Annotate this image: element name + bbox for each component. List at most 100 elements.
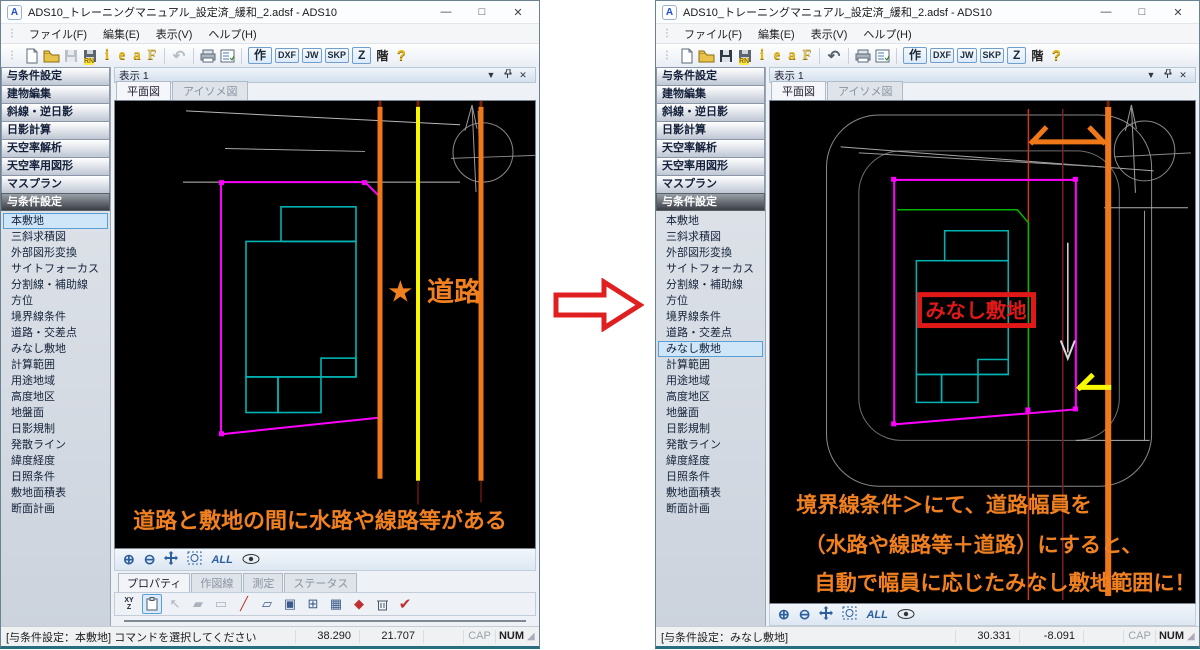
- view-close-icon[interactable]: ✕: [515, 70, 531, 81]
- sidebar-item[interactable]: 用途地域: [3, 373, 108, 389]
- pan-icon[interactable]: [819, 606, 834, 623]
- sidebar-item[interactable]: 日影規制: [658, 421, 763, 437]
- sidebar-module-button[interactable]: 天空率解析: [1, 139, 110, 158]
- menu-item[interactable]: 表示(V): [803, 24, 856, 44]
- jw-button[interactable]: JW: [957, 48, 977, 63]
- polyline-edit-icon[interactable]: ╱: [234, 594, 254, 614]
- sidebar-item[interactable]: 本敷地: [658, 213, 763, 229]
- menu-item[interactable]: ヘルプ(H): [200, 24, 264, 44]
- pin-icon[interactable]: [499, 68, 515, 81]
- save-as-icon[interactable]: RN: [82, 47, 98, 65]
- pin-icon[interactable]: [1159, 68, 1175, 81]
- help-icon[interactable]: ?: [393, 47, 409, 65]
- options-list-icon[interactable]: [219, 47, 235, 65]
- z-button[interactable]: Z: [1007, 47, 1027, 64]
- sidebar-item[interactable]: 日影規制: [3, 421, 108, 437]
- new-file-icon[interactable]: [24, 47, 40, 65]
- tab-drafting-line[interactable]: 作図線: [191, 573, 243, 592]
- sidebar-item[interactable]: 分割線・補助線: [3, 277, 108, 293]
- tab-isometric-view[interactable]: アイソメ図: [827, 81, 904, 100]
- sidebar-module-button[interactable]: マスプラン: [656, 175, 765, 194]
- jw-button[interactable]: JW: [302, 48, 322, 63]
- f-tool-icon[interactable]: F: [146, 47, 158, 65]
- open-file-icon[interactable]: [43, 47, 60, 65]
- visibility-eye-icon[interactable]: [897, 607, 915, 623]
- a-tool-icon[interactable]: a: [131, 47, 143, 65]
- cad-canvas[interactable]: ★ 道路 道路と敷地の間に水路や線路等がある: [114, 100, 536, 549]
- resize-grip[interactable]: ◢: [527, 631, 539, 642]
- sidebar-item[interactable]: みなし敷地: [3, 341, 108, 357]
- sidebar-item[interactable]: 敷地面積表: [658, 485, 763, 501]
- sidebar-item[interactable]: 地盤面: [3, 405, 108, 421]
- eraser-icon[interactable]: ◆: [349, 594, 369, 614]
- skp-button[interactable]: SKP: [324, 48, 350, 63]
- view-collapse-icon[interactable]: ▼: [483, 70, 499, 80]
- sidebar-item[interactable]: 方位: [3, 293, 108, 309]
- sidebar-module-button[interactable]: 斜線・逆日影: [656, 103, 765, 122]
- sidebar-item[interactable]: 境界線条件: [658, 309, 763, 325]
- sidebar-item[interactable]: 地盤面: [658, 405, 763, 421]
- sidebar-item[interactable]: 分割線・補助線: [658, 277, 763, 293]
- sidebar-item[interactable]: 緯度経度: [3, 453, 108, 469]
- floor-button[interactable]: 階: [374, 47, 390, 65]
- sidebar-item[interactable]: 外部図形変換: [3, 245, 108, 261]
- zoom-out-icon[interactable]: ⊖: [144, 551, 156, 568]
- info-tool-icon[interactable]: i: [756, 47, 768, 65]
- sidebar-module-button[interactable]: 天空率用図形: [656, 157, 765, 176]
- sidebar-item[interactable]: サイトフォーカス: [658, 261, 763, 277]
- undo-icon[interactable]: ↶: [826, 47, 842, 65]
- sidebar-module-button[interactable]: 建物編集: [1, 85, 110, 104]
- sidebar-item[interactable]: 日照条件: [658, 469, 763, 485]
- sidebar-item[interactable]: 境界線条件: [3, 309, 108, 325]
- e-tool-icon[interactable]: e: [771, 47, 783, 65]
- sidebar-item[interactable]: 断面計画: [658, 501, 763, 517]
- clipboard-tool-icon[interactable]: [142, 594, 162, 614]
- sidebar-module-button[interactable]: 天空率用図形: [1, 157, 110, 176]
- menu-item[interactable]: 編集(E): [95, 24, 148, 44]
- sidebar-module-button[interactable]: 日影計算: [656, 121, 765, 140]
- cad-canvas[interactable]: みなし敷地 境界線条件＞にて、道路幅員を （水路や線路等＋道路）にすると、 自動…: [769, 100, 1196, 604]
- a-tool-icon[interactable]: a: [786, 47, 798, 65]
- sidebar-module-button[interactable]: 建物編集: [656, 85, 765, 104]
- trash-icon[interactable]: [372, 594, 392, 614]
- tab-plan-view[interactable]: 平面図: [771, 81, 826, 100]
- grid-sheet-icon[interactable]: ▦: [326, 594, 346, 614]
- sidebar-item[interactable]: 発散ライン: [3, 437, 108, 453]
- maximize-button[interactable]: □: [1127, 6, 1157, 18]
- close-button[interactable]: ✕: [1163, 6, 1193, 19]
- zoom-out-icon[interactable]: ⊖: [799, 606, 811, 623]
- sidebar-item[interactable]: 計算範囲: [3, 357, 108, 373]
- saku-mode-button[interactable]: 作: [903, 47, 928, 64]
- minimize-button[interactable]: —: [1091, 6, 1121, 18]
- dxf-button[interactable]: DXF: [275, 48, 300, 63]
- tab-status[interactable]: ステータス: [284, 573, 358, 592]
- sidebar-item[interactable]: 道路・交差点: [658, 325, 763, 341]
- zoom-in-icon[interactable]: ⊕: [778, 606, 790, 623]
- fence-select-icon[interactable]: ⊞: [303, 594, 323, 614]
- e-tool-icon[interactable]: e: [116, 47, 128, 65]
- view-close-icon[interactable]: ✕: [1175, 70, 1191, 81]
- sidebar-module-button[interactable]: 与条件設定: [656, 67, 765, 86]
- sidebar-item[interactable]: 三斜求積図: [658, 229, 763, 245]
- sidebar-item[interactable]: 道路・交差点: [3, 325, 108, 341]
- sidebar-module-button[interactable]: 斜線・逆日影: [1, 103, 110, 122]
- sidebar-item[interactable]: 外部図形変換: [658, 245, 763, 261]
- sidebar-item[interactable]: 方位: [658, 293, 763, 309]
- menu-item[interactable]: 表示(V): [148, 24, 201, 44]
- print-icon[interactable]: [855, 47, 871, 65]
- sidebar-item[interactable]: 高度地区: [658, 389, 763, 405]
- dxf-button[interactable]: DXF: [930, 48, 955, 63]
- tab-measure[interactable]: 測定: [243, 573, 284, 592]
- sidebar-module-button[interactable]: マスプラン: [1, 175, 110, 194]
- tab-plan-view[interactable]: 平面図: [116, 81, 171, 100]
- zoom-window-icon[interactable]: [187, 551, 202, 568]
- sidebar-item[interactable]: サイトフォーカス: [3, 261, 108, 277]
- sidebar-item[interactable]: 敷地面積表: [3, 485, 108, 501]
- info-tool-icon[interactable]: i: [101, 47, 113, 65]
- pan-icon[interactable]: [164, 551, 179, 568]
- sidebar-item[interactable]: 断面計画: [3, 501, 108, 517]
- sidebar-module-button[interactable]: 天空率解析: [656, 139, 765, 158]
- open-file-icon[interactable]: [698, 47, 715, 65]
- sidebar-item[interactable]: 計算範囲: [658, 357, 763, 373]
- resize-grip[interactable]: ◢: [1187, 631, 1199, 642]
